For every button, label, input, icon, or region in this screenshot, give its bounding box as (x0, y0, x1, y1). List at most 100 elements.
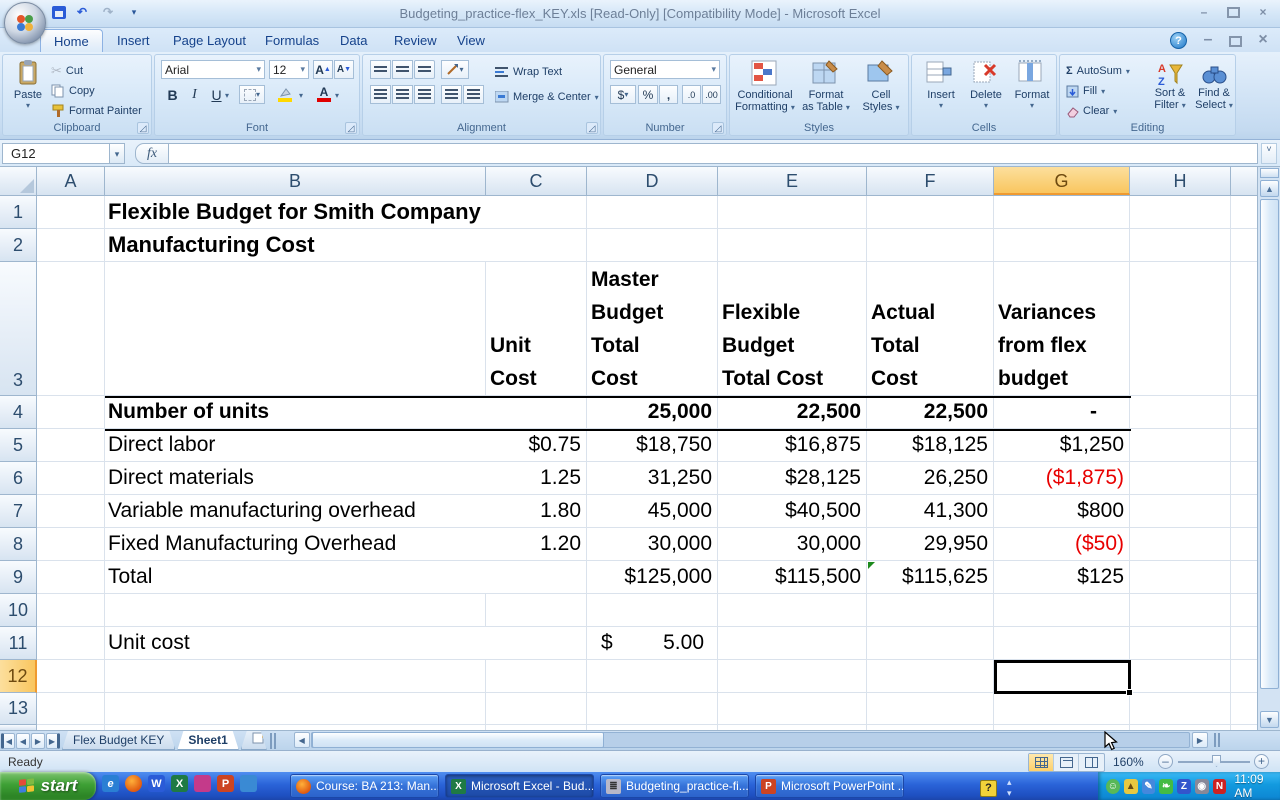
cell[interactable] (486, 594, 587, 626)
cell[interactable] (587, 196, 718, 228)
sort-filter-button[interactable]: AZ Sort &Filter ▾ (1148, 61, 1192, 112)
tray-icon-shield[interactable]: ▲ (1124, 779, 1138, 794)
close-button[interactable]: × (1254, 6, 1272, 19)
cell[interactable] (867, 229, 994, 261)
cell[interactable] (994, 196, 1130, 228)
normal-view-button[interactable] (1029, 754, 1054, 771)
header-unit-cost[interactable]: UnitCost (486, 262, 587, 395)
tray-icon-z[interactable]: Z (1177, 779, 1191, 794)
cell[interactable] (105, 660, 486, 692)
align-right-button[interactable] (414, 85, 435, 104)
cell[interactable] (994, 627, 1130, 659)
cell[interactable]: 31,250 (587, 462, 718, 494)
accounting-format-button[interactable]: $▾ (610, 85, 636, 104)
column-header-a[interactable]: A (37, 167, 105, 195)
zoom-in-button[interactable]: + (1254, 754, 1269, 769)
cell[interactable] (105, 594, 486, 626)
row-header-13[interactable]: 13 (0, 693, 37, 725)
cell[interactable] (1231, 561, 1257, 593)
tab-insert[interactable]: Insert (104, 29, 163, 52)
last-sheet-icon[interactable]: ▶ (46, 733, 60, 749)
cell[interactable] (867, 693, 994, 724)
firefox-icon[interactable] (125, 775, 142, 792)
cell[interactable] (1130, 594, 1231, 626)
font-color-dropdown-icon[interactable]: ▾ (335, 91, 339, 100)
cell[interactable] (994, 229, 1130, 261)
row-header-4[interactable]: 4 (0, 396, 37, 429)
fill-button[interactable]: Fill ▾ (1066, 81, 1105, 101)
cell[interactable] (1130, 429, 1231, 461)
decrease-decimal-button[interactable]: .00 (702, 85, 721, 104)
cell[interactable] (587, 660, 718, 692)
cell[interactable]: 26,250 (867, 462, 994, 494)
paste-button[interactable]: Paste ▾ (9, 59, 47, 110)
cell[interactable] (37, 462, 105, 494)
workbook-restore-button[interactable] (1229, 36, 1242, 47)
borders-button[interactable]: ▾ (239, 85, 265, 104)
cell[interactable] (37, 196, 105, 228)
font-color-button[interactable]: A (313, 85, 335, 104)
row-header-11[interactable]: 11 (0, 627, 37, 660)
tray-icon-n[interactable]: N (1213, 779, 1227, 794)
underline-dropdown-icon[interactable]: ▾ (225, 91, 229, 100)
grow-font-button[interactable]: A▲ (313, 60, 333, 79)
column-header-d[interactable]: D (587, 167, 718, 195)
cell[interactable] (105, 693, 486, 724)
align-center-button[interactable] (392, 85, 413, 104)
restore-button[interactable] (1227, 7, 1240, 18)
clear-button[interactable]: Clear ▾ (1066, 101, 1117, 121)
powerpoint-icon[interactable]: P (217, 775, 234, 792)
cell[interactable] (1231, 495, 1257, 527)
cell[interactable]: $0.75 (486, 429, 587, 461)
cell[interactable] (1130, 462, 1231, 494)
cell[interactable] (587, 594, 718, 626)
cell[interactable]: 1.20 (486, 528, 587, 560)
cell[interactable] (867, 594, 994, 626)
outlook-express-icon[interactable] (240, 775, 257, 792)
cell[interactable] (718, 627, 867, 659)
sheet-tab-flex-budget-key[interactable]: Flex Budget KEY (62, 731, 175, 750)
cell[interactable] (486, 660, 587, 692)
insert-cells-button[interactable]: Insert ▾ (920, 59, 962, 110)
align-bottom-button[interactable] (414, 60, 435, 79)
workbook-close-button[interactable]: × (1254, 34, 1272, 47)
chevron-down-icon[interactable]: ▾ (300, 64, 305, 75)
cell[interactable] (1130, 561, 1231, 593)
cell[interactable] (1231, 693, 1257, 724)
cell[interactable] (867, 627, 994, 659)
scroll-down-icon[interactable]: ▼ (1260, 711, 1279, 728)
cell[interactable]: $18,125 (867, 429, 994, 461)
vertical-scrollbar[interactable]: ▲ ▼ (1257, 167, 1280, 730)
active-cell-border[interactable] (994, 660, 1131, 694)
cell[interactable] (867, 660, 994, 692)
cell[interactable]: 30,000 (718, 528, 867, 560)
increase-indent-button[interactable] (463, 85, 484, 104)
cell[interactable] (1231, 594, 1257, 626)
cell[interactable] (1130, 262, 1231, 395)
name-box-dropdown-icon[interactable]: ▾ (110, 143, 125, 164)
cell[interactable]: 25,000 (587, 396, 718, 428)
cell[interactable] (718, 693, 867, 724)
header-flexible-budget[interactable]: FlexibleBudgetTotal Cost (718, 262, 867, 395)
zoom-slider-handle[interactable] (1212, 755, 1221, 767)
expand-formula-bar-icon[interactable]: ˅ (1261, 143, 1277, 164)
cell[interactable] (105, 262, 486, 395)
horizontal-scroll-thumb[interactable] (312, 732, 604, 748)
row-header-6[interactable]: 6 (0, 462, 37, 495)
find-select-button[interactable]: Find &Select ▾ (1193, 61, 1235, 112)
task-button-firefox[interactable]: Course: BA 213: Man... (290, 774, 439, 798)
cell[interactable] (37, 627, 105, 659)
cell[interactable] (486, 627, 587, 659)
scroll-left-icon[interactable]: ◀ (294, 732, 310, 748)
row-header-1[interactable]: 1 (0, 196, 37, 229)
header-actual-total[interactable]: ActualTotalCost (867, 262, 994, 395)
cell[interactable]: 1.25 (486, 462, 587, 494)
cell[interactable]: Direct materials (105, 462, 486, 494)
sheet-tab-sheet1[interactable]: Sheet1 (177, 731, 238, 750)
merge-center-dropdown-icon[interactable]: ▾ (595, 93, 599, 102)
decrease-indent-button[interactable] (441, 85, 462, 104)
orientation-button[interactable]: ▾ (441, 60, 469, 79)
cell[interactable]: 22,500 (867, 396, 994, 428)
insert-function-button[interactable]: fx (135, 143, 169, 164)
cell[interactable] (37, 429, 105, 461)
